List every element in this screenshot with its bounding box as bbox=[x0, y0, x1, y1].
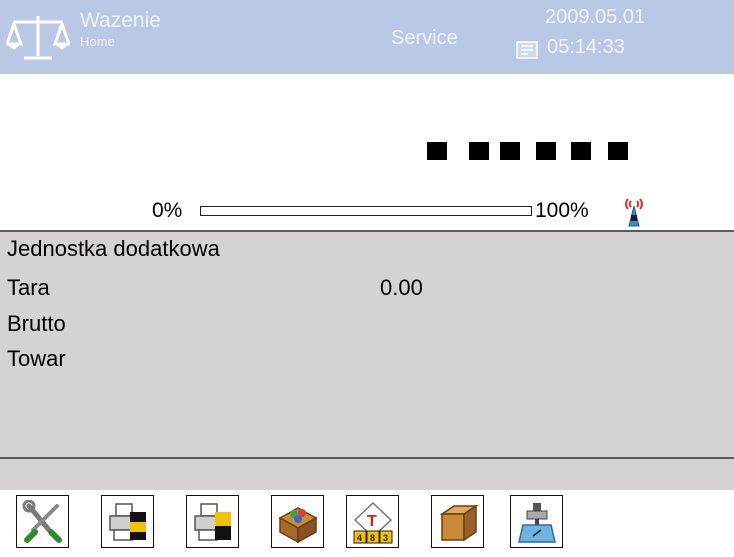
print-header-button[interactable] bbox=[101, 495, 154, 548]
date-display: 2009.05.01 bbox=[545, 6, 646, 28]
info-panel bbox=[0, 232, 734, 457]
product-database-icon bbox=[278, 507, 318, 544]
weight-dash bbox=[427, 142, 447, 160]
weighing-pan-icon bbox=[518, 503, 556, 543]
tare-icon: T 4 8 3 bbox=[353, 501, 393, 544]
weight-dash bbox=[500, 142, 520, 160]
print-footer-icon bbox=[194, 503, 231, 541]
print-footer-button[interactable] bbox=[186, 495, 239, 548]
print-header-icon bbox=[109, 503, 146, 541]
clock-icon bbox=[516, 41, 538, 59]
message-bar bbox=[0, 459, 734, 490]
weight-dash bbox=[571, 142, 591, 160]
info-row-value: 0.00 bbox=[380, 275, 423, 300]
time-display: 05:14:33 bbox=[547, 36, 625, 58]
weight-dash bbox=[469, 142, 489, 160]
screen-subtitle: Home bbox=[80, 34, 115, 49]
header-bar: Wazenie Home Service 2009.05.01 05:14:33 bbox=[0, 0, 734, 74]
info-row-label: Tara bbox=[7, 275, 50, 300]
svg-text:T: T bbox=[367, 513, 377, 530]
wireless-signal-icon bbox=[625, 198, 643, 227]
progress-bar bbox=[200, 206, 532, 216]
weighing-pan-button[interactable] bbox=[510, 495, 563, 548]
svg-text:3: 3 bbox=[383, 533, 388, 543]
svg-text:4: 4 bbox=[357, 533, 362, 543]
progress-max-label: 100% bbox=[535, 199, 589, 222]
progress-min-label: 0% bbox=[152, 199, 183, 222]
weight-dash bbox=[536, 142, 556, 160]
product-database-button[interactable] bbox=[271, 495, 324, 548]
info-row-label: Jednostka dodatkowa bbox=[7, 236, 220, 261]
settings-tools-icon bbox=[22, 500, 62, 543]
scale-balance-icon bbox=[6, 16, 70, 60]
weight-dash bbox=[608, 142, 628, 160]
user-name: Service bbox=[391, 27, 458, 49]
app-title: Wazenie bbox=[80, 9, 161, 32]
info-row-label: Towar bbox=[7, 346, 66, 371]
packaging-button[interactable] bbox=[431, 495, 484, 548]
settings-button[interactable] bbox=[16, 495, 69, 548]
svg-text:8: 8 bbox=[370, 533, 375, 543]
info-row-label: Brutto bbox=[7, 311, 66, 336]
tare-button[interactable]: T 4 8 3 bbox=[346, 495, 399, 548]
packaging-icon bbox=[439, 504, 479, 542]
